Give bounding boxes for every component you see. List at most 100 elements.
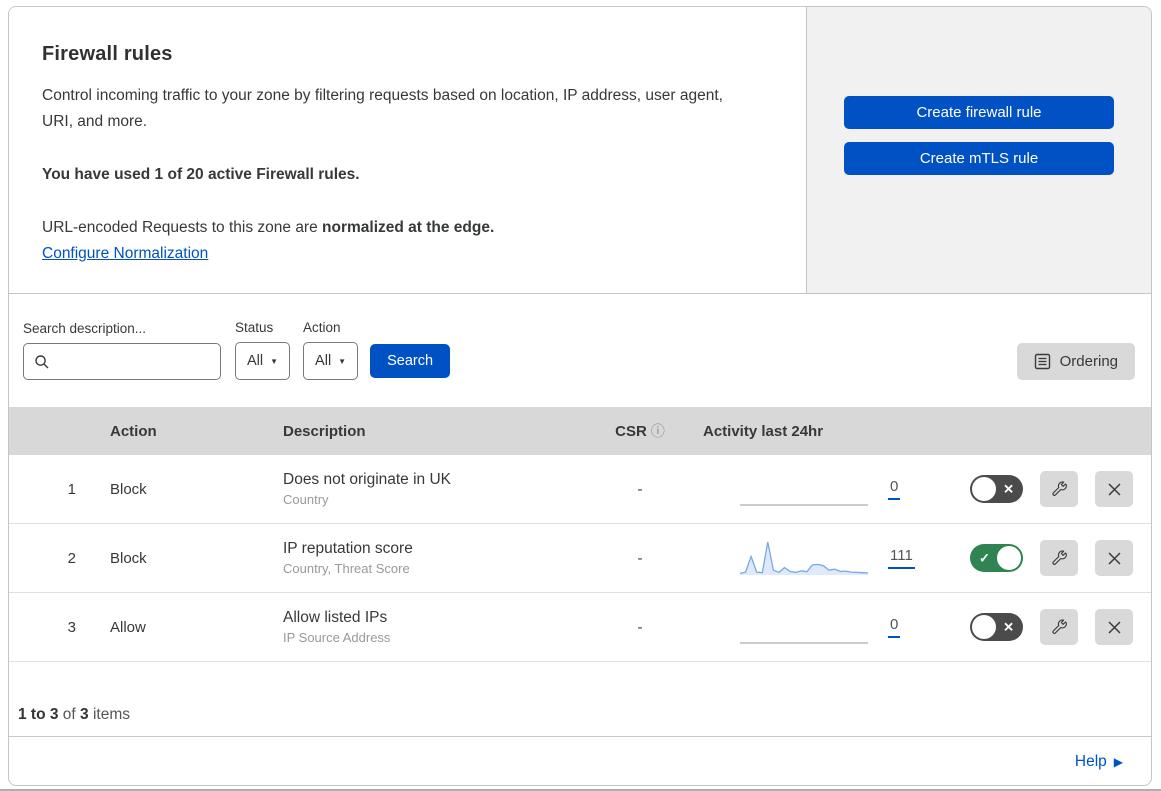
action-label: Action [303, 320, 341, 335]
header-section: Firewall rules Control incoming traffic … [9, 7, 1151, 294]
rule-number: 2 [67, 549, 76, 567]
delete-rule-button[interactable] [1095, 471, 1133, 507]
configure-normalization-link[interactable]: Configure Normalization [42, 245, 208, 262]
close-icon [1106, 550, 1123, 567]
close-icon [1106, 481, 1123, 498]
wrench-icon [1050, 480, 1068, 498]
toggle-state-icon: ✕ [1003, 619, 1014, 635]
toggle-knob [997, 546, 1021, 570]
rule-description-cell: Allow listed IPs IP Source Address [270, 609, 590, 645]
items-word: items [92, 706, 131, 723]
rule-csr: - [637, 618, 643, 636]
create-firewall-rule-button[interactable]: Create firewall rule [844, 95, 1114, 129]
rule-activity-cell: 0 [690, 607, 930, 647]
activity-sparkline [740, 607, 868, 647]
rule-enabled-toggle[interactable]: ✕ [970, 613, 1023, 641]
edit-rule-button[interactable] [1040, 609, 1078, 645]
help-link[interactable]: Help ▶ [1075, 753, 1123, 771]
toggle-state-icon: ✕ [1003, 481, 1014, 497]
action-filter-group: Action All ▼ [303, 320, 359, 380]
filter-bar: Search description... Status All ▼ Action… [9, 294, 1151, 407]
search-icon [34, 354, 50, 370]
normalization-notice: URL-encoded Requests to this zone are no… [42, 215, 746, 241]
table-header-description: Description [283, 422, 366, 440]
rule-controls: ✕ [930, 471, 1151, 507]
rule-criteria: Country [283, 492, 329, 507]
info-icon[interactable]: ⓘ [651, 423, 665, 439]
search-box [23, 343, 239, 380]
activity-count-link[interactable]: 0 [888, 478, 901, 500]
caret-right-icon: ▶ [1113, 754, 1123, 769]
edit-rule-button[interactable] [1040, 471, 1078, 507]
rule-description-cell: Does not originate in UK Country [270, 471, 590, 507]
table-row: 1 Block Does not originate in UK Country… [9, 455, 1151, 524]
normalization-text: URL-encoded Requests to this zone are [42, 219, 323, 236]
normalization-bold-text: normalized at the edge. [322, 219, 495, 236]
rule-description: IP reputation score [283, 540, 413, 557]
rule-action: Block [110, 549, 147, 567]
rule-controls: ✓ [930, 540, 1151, 576]
rule-csr: - [637, 480, 643, 498]
activity-sparkline [739, 538, 869, 578]
rule-controls: ✕ [930, 609, 1151, 645]
actions-panel: Create firewall rule Create mTLS rule [807, 7, 1151, 293]
toggle-knob [972, 477, 996, 501]
rule-activity-cell: 0 [690, 469, 930, 509]
rule-csr: - [637, 549, 643, 567]
status-value: All [247, 353, 264, 369]
toggle-state-icon: ✓ [979, 550, 990, 566]
firewall-rules-card: Firewall rules Control incoming traffic … [8, 6, 1152, 786]
rule-enabled-toggle[interactable]: ✓ [970, 544, 1023, 572]
items-total: 3 [80, 706, 89, 723]
search-input[interactable] [58, 344, 239, 379]
ordering-button[interactable]: Ordering [1016, 343, 1135, 380]
wrench-icon [1050, 549, 1068, 567]
table-header-csr: CSR ⓘ [590, 421, 690, 441]
delete-rule-button[interactable] [1095, 609, 1133, 645]
table-header-activity: Activity last 24hr [703, 422, 824, 440]
status-dropdown[interactable]: All ▼ [235, 342, 291, 380]
ordering-list-icon [1034, 353, 1051, 370]
table-header: Action Description CSR ⓘ Activity last 24… [9, 407, 1151, 455]
chevron-down-icon: ▼ [270, 356, 279, 366]
rule-criteria: IP Source Address [283, 630, 391, 645]
help-bar: Help ▶ [9, 737, 1151, 785]
wrench-icon [1050, 618, 1068, 636]
edit-rule-button[interactable] [1040, 540, 1078, 576]
of-word: of [62, 706, 76, 723]
rule-number: 3 [67, 618, 76, 636]
status-label: Status [235, 320, 274, 335]
rule-number: 1 [67, 480, 76, 498]
action-value: All [315, 353, 332, 369]
close-icon [1106, 619, 1123, 636]
help-label: Help [1074, 752, 1107, 770]
csr-label: CSR [615, 423, 647, 440]
create-mtls-rule-button[interactable]: Create mTLS rule [844, 141, 1114, 175]
table-row: 2 Block IP reputation score Country, Thr… [9, 524, 1151, 593]
action-dropdown[interactable]: All ▼ [303, 342, 359, 380]
activity-count-link[interactable]: 111 [888, 547, 915, 569]
search-button[interactable]: Search [370, 344, 451, 378]
rule-description-cell: IP reputation score Country, Threat Scor… [270, 540, 590, 576]
activity-sparkline [740, 469, 868, 509]
table-row: 3 Allow Allow listed IPs IP Source Addre… [9, 593, 1151, 662]
rule-action: Allow [110, 618, 146, 636]
page-title: Firewall rules [42, 43, 173, 65]
ordering-button-label: Ordering [1059, 353, 1118, 370]
rule-enabled-toggle[interactable]: ✕ [970, 475, 1023, 503]
table-header-action: Action [110, 422, 157, 440]
items-range: 1 to 3 [18, 706, 59, 723]
status-filter-group: Status All ▼ [235, 320, 291, 380]
pagination-summary: 1 to 3 of 3 items [9, 662, 1151, 737]
search-label: Search description... [23, 321, 147, 336]
delete-rule-button[interactable] [1095, 540, 1133, 576]
rule-description: Does not originate in UK [283, 471, 452, 488]
search-group: Search description... [23, 321, 239, 380]
rule-activity-cell: 111 [690, 538, 930, 578]
header-text-panel: Firewall rules Control incoming traffic … [9, 7, 807, 293]
firewall-rules-page: Firewall rules Control incoming traffic … [0, 0, 1161, 791]
rule-description: Allow listed IPs [283, 609, 388, 626]
chevron-down-icon: ▼ [338, 356, 347, 366]
toggle-knob [972, 615, 996, 639]
activity-count-link[interactable]: 0 [888, 616, 901, 638]
